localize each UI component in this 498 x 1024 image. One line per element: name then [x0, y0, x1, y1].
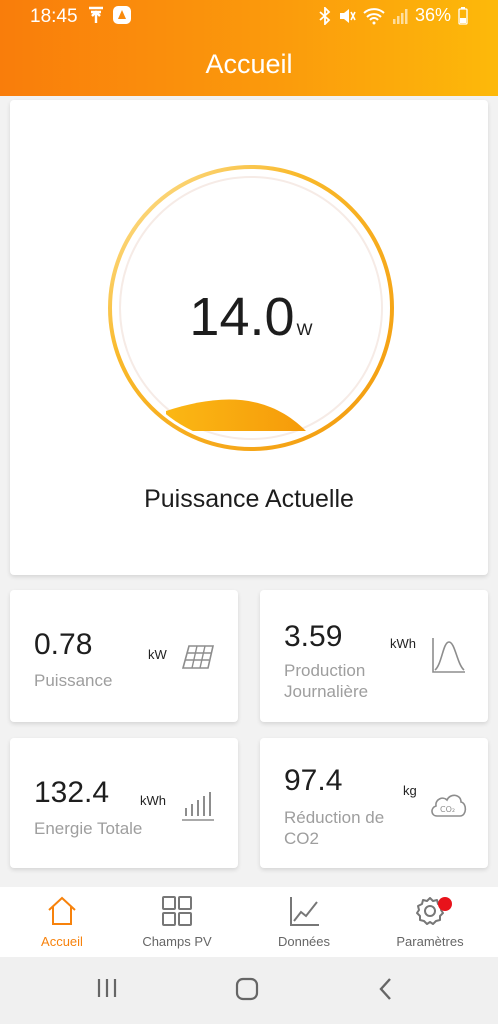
nav-label: Paramètres [396, 934, 464, 949]
line-chart-icon [290, 897, 319, 926]
nav-accueil[interactable]: Accueil [0, 887, 124, 957]
stat-unit: kg [403, 783, 417, 798]
system-navigation-bar [0, 957, 498, 1024]
grid-icon [162, 896, 192, 926]
stat-label-line1: Réduction de [284, 808, 385, 827]
nav-parametres[interactable]: Paramètres [368, 887, 492, 957]
notification-badge [438, 897, 452, 911]
stat-unit: kWh [140, 793, 166, 808]
current-power-card: 14.0 W Puissance Actuelle [10, 100, 488, 575]
nav-label: Accueil [41, 934, 83, 949]
nav-champs-pv[interactable]: Champs PV [115, 887, 239, 957]
recent-apps-icon[interactable] [96, 977, 118, 999]
stat-label: Réduction de CO2 [284, 807, 384, 849]
back-icon[interactable] [378, 977, 394, 1001]
home-button-icon[interactable] [235, 977, 259, 1001]
stat-label: Puissance [34, 671, 113, 690]
power-unit: W [296, 320, 313, 339]
stat-card-puissance[interactable]: 0.78 kW Puissance [10, 590, 238, 722]
stat-label: Energie Totale [34, 819, 143, 838]
app-header: 18:45 36% Accueil [0, 0, 498, 96]
app-notification-icon [113, 6, 131, 24]
status-notification-icons [88, 5, 132, 25]
stat-value: 3.59 [284, 620, 343, 653]
current-power-value: 14.0 W [106, 286, 396, 348]
nav-donnees[interactable]: Données [242, 887, 366, 957]
stat-unit: kWh [390, 636, 416, 651]
mute-icon [339, 8, 356, 23]
stat-value: 97.4 [284, 764, 343, 797]
solar-panel-icon [181, 645, 215, 669]
stat-label-line2: CO2 [284, 829, 319, 848]
bar-chart-icon [182, 792, 214, 821]
status-time: 18:45 [30, 6, 78, 27]
stat-card-co2[interactable]: 97.4 kg Réduction de CO2 CO₂ [260, 738, 488, 868]
stat-value: 132.4 [34, 776, 110, 809]
battery-percentage: 36% [414, 5, 451, 25]
status-indicators: 36% [319, 5, 468, 26]
svg-text:CO₂: CO₂ [440, 805, 455, 814]
nav-label: Données [277, 934, 331, 949]
home-icon [48, 896, 76, 925]
stat-label-line1: Production [284, 661, 366, 680]
stat-value: 0.78 [34, 628, 93, 661]
power-number: 14.0 [189, 287, 295, 347]
notification-icon [89, 6, 103, 23]
nav-label: Champs PV [142, 934, 212, 949]
current-power-label: Puissance Actuelle [144, 485, 354, 513]
stat-label-line2: Journalière [284, 682, 369, 701]
signal-icon [392, 8, 408, 24]
stat-card-production[interactable]: 3.59 kWh Production Journalière [260, 590, 488, 722]
co2-cloud-icon: CO₂ [431, 794, 467, 817]
bluetooth-icon [319, 6, 331, 25]
production-curve-icon [432, 638, 465, 673]
stat-label: Production Journalière [284, 660, 368, 702]
bottom-navigation: Accueil Champs PV Données Paramètres [0, 887, 498, 957]
gauge-fill [166, 399, 306, 431]
wifi-icon [363, 7, 385, 24]
battery-icon [458, 6, 468, 25]
stat-unit: kW [148, 647, 167, 662]
status-bar: 18:45 36% [0, 0, 498, 34]
page-title: Accueil [205, 49, 293, 79]
stat-card-energie-totale[interactable]: 132.4 kWh Energie Totale [10, 738, 238, 868]
